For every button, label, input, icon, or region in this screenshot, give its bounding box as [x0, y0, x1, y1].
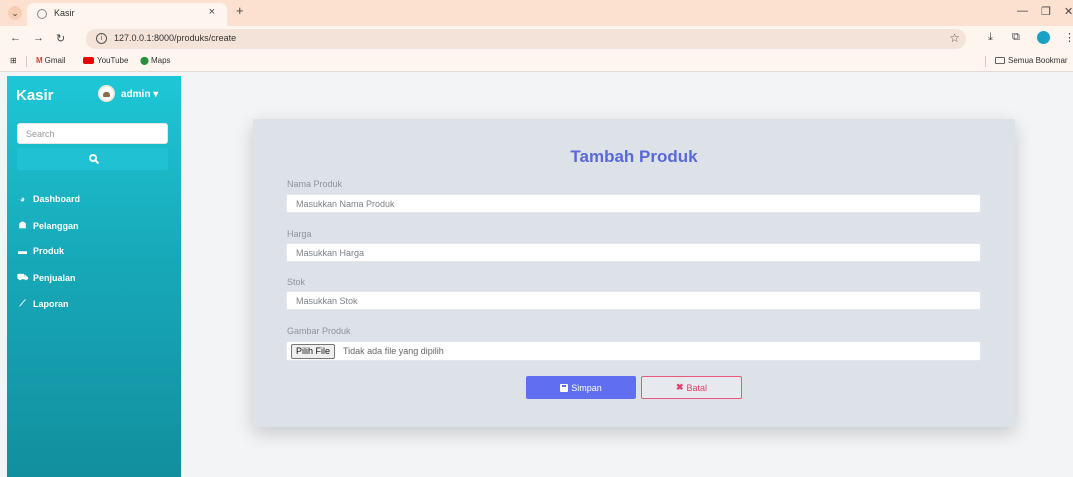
new-tab-icon[interactable]: + — [236, 3, 244, 18]
sidebar-item-dashboard[interactable]: ◕ Dashboard — [17, 194, 80, 204]
sidebar-item-laporan[interactable]: ⟋ Laporan — [17, 298, 68, 309]
apps-grid-icon[interactable]: ⊞ — [10, 56, 17, 65]
youtube-icon — [83, 57, 94, 64]
sidebar-item-produk[interactable]: ▬ Produk — [17, 246, 64, 256]
sidebar: Kasir admin ▾ ◕ Dashboard ☗ Pelanggan ▬ … — [7, 76, 181, 477]
cart-icon: ⛟ — [17, 272, 29, 282]
save-button[interactable]: Simpan — [526, 376, 636, 399]
bookmarks-bar: ⊞ M Gmail YouTube ⬤ Maps Semua Bookmar — [0, 52, 1073, 72]
info-icon[interactable]: i — [96, 33, 107, 44]
search-icon — [88, 154, 97, 162]
bookmark-youtube[interactable]: YouTube — [83, 56, 128, 65]
stock-label: Stok — [287, 277, 306, 287]
image-label: Gambar Produk — [287, 326, 351, 336]
address-bar-row: ← → ↻ i 127.0.0.1:8000/produks/create ☆ — [0, 26, 1073, 52]
download-icon[interactable]: ⤓ — [988, 31, 993, 44]
box-icon: ▬ — [18, 246, 27, 256]
bookmark-gmail[interactable]: M Gmail — [36, 56, 66, 65]
add-product-card: Tambah Produk Nama Produk Harga Stok Gam… — [253, 119, 1015, 427]
bookmarks-folder[interactable]: Semua Bookmar — [995, 56, 1068, 65]
divider — [985, 56, 986, 67]
sidebar-item-penjualan[interactable]: ⛟ Penjualan — [17, 272, 76, 284]
bookmark-maps[interactable]: ⬤ Maps — [140, 56, 171, 65]
restore-icon[interactable]: ❐ — [1041, 5, 1051, 18]
extensions-icon[interactable]: ⧉ — [1012, 31, 1020, 44]
close-icon: ✖ — [675, 382, 684, 392]
folder-icon — [995, 57, 1005, 64]
close-window-icon[interactable]: ✕ — [1064, 5, 1073, 18]
browser-tab-bar: ⌄ Kasir × + — ❐ ✕ — [0, 0, 1073, 26]
maps-icon: ⬤ — [140, 56, 149, 65]
sidebar-item-pelanggan[interactable]: ☗ Pelanggan — [17, 220, 78, 231]
image-file-input[interactable]: Pilih File Tidak ada file yang dipilih — [286, 341, 981, 361]
search-input[interactable] — [17, 123, 168, 144]
product-name-input[interactable] — [286, 194, 981, 213]
brand-logo[interactable]: Kasir — [16, 87, 54, 104]
tab-title: Kasir — [54, 8, 75, 18]
price-label: Harga — [287, 229, 312, 239]
page-title: Tambah Produk — [570, 147, 698, 166]
cancel-button[interactable]: ✖ Batal — [641, 376, 742, 399]
globe-icon — [37, 9, 47, 19]
tab-search-icon[interactable]: ⌄ — [8, 6, 22, 20]
search-button[interactable] — [17, 148, 168, 170]
stock-input[interactable] — [286, 291, 981, 310]
name-label: Nama Produk — [287, 179, 343, 189]
users-icon: ☗ — [18, 220, 27, 230]
menu-icon[interactable]: ⋮ — [1064, 31, 1073, 44]
browser-tab[interactable]: Kasir × — [27, 3, 227, 26]
user-menu[interactable]: admin ▾ — [121, 89, 158, 100]
tab-close-icon[interactable]: × — [209, 6, 215, 18]
back-icon[interactable]: ← — [10, 32, 21, 44]
profile-avatar[interactable] — [1037, 31, 1050, 44]
url-text: 127.0.0.1:8000/produks/create — [114, 33, 237, 43]
save-icon — [560, 383, 569, 392]
forward-icon[interactable]: → — [33, 32, 44, 44]
chart-icon: ⟋ — [19, 298, 26, 308]
url-bar[interactable]: i 127.0.0.1:8000/produks/create ☆ — [86, 29, 966, 49]
divider — [26, 56, 27, 67]
price-input[interactable] — [286, 243, 981, 262]
file-status: Tidak ada file yang dipilih — [343, 346, 444, 356]
minimize-icon[interactable]: — — [1017, 5, 1028, 17]
star-icon[interactable]: ☆ — [949, 31, 960, 45]
gmail-icon: M — [36, 56, 43, 65]
reload-icon[interactable]: ↻ — [56, 32, 65, 45]
choose-file-button[interactable]: Pilih File — [291, 344, 336, 359]
dashboard-icon: ◕ — [19, 194, 26, 204]
user-avatar[interactable] — [98, 85, 115, 102]
